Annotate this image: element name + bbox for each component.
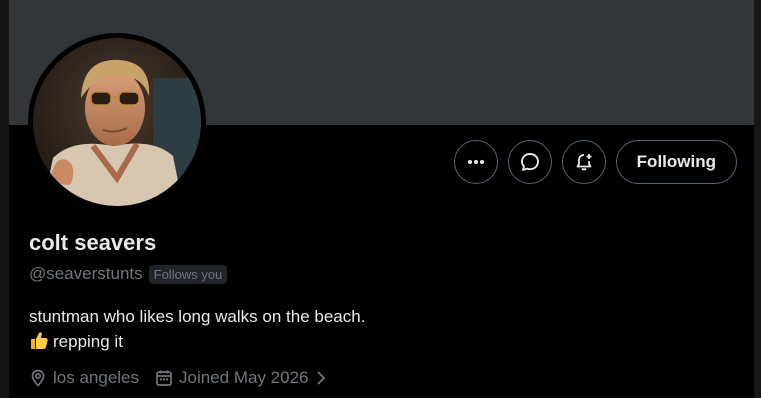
profile-bio: stuntman who likes long walks on the bea… [29, 304, 365, 357]
joined-item[interactable]: Joined May 2026 [155, 368, 326, 388]
bio-line-2: repping it [53, 332, 123, 351]
joined-text: Joined May 2026 [179, 368, 309, 387]
handle-row: @seaverstunts Follows you [29, 264, 228, 284]
follows-you-badge: Follows you [148, 264, 228, 284]
location-item: los angeles [29, 368, 139, 388]
message-bubble-icon [520, 153, 539, 171]
location-pin-icon [31, 369, 45, 387]
calendar-icon [156, 370, 172, 386]
bio-line-1: stuntman who likes long walks on the bea… [29, 307, 366, 326]
display-name: colt seavers [29, 230, 157, 255]
following-label: Following [636, 152, 716, 171]
more-button[interactable] [453, 140, 498, 184]
thumbs-up-icon [29, 330, 49, 357]
following-button[interactable]: Following [615, 140, 737, 184]
message-button[interactable] [507, 140, 552, 184]
location-text: los angeles [53, 368, 140, 387]
bell-plus-icon [576, 154, 592, 171]
profile-actions: Following [453, 140, 737, 184]
bio-line-2-row: repping it [29, 329, 365, 357]
right-gutter [754, 0, 761, 398]
user-handle: @seaverstunts [29, 264, 143, 283]
avatar[interactable] [33, 38, 201, 206]
profile-meta: los angeles Joined May 2026 [29, 368, 343, 388]
more-horizontal-icon [467, 160, 484, 164]
profile-page: Following colt seavers @seaverstunts Fol… [0, 0, 761, 398]
notify-button[interactable] [561, 140, 606, 184]
left-gutter [0, 0, 9, 398]
chevron-right-icon [316, 371, 325, 385]
